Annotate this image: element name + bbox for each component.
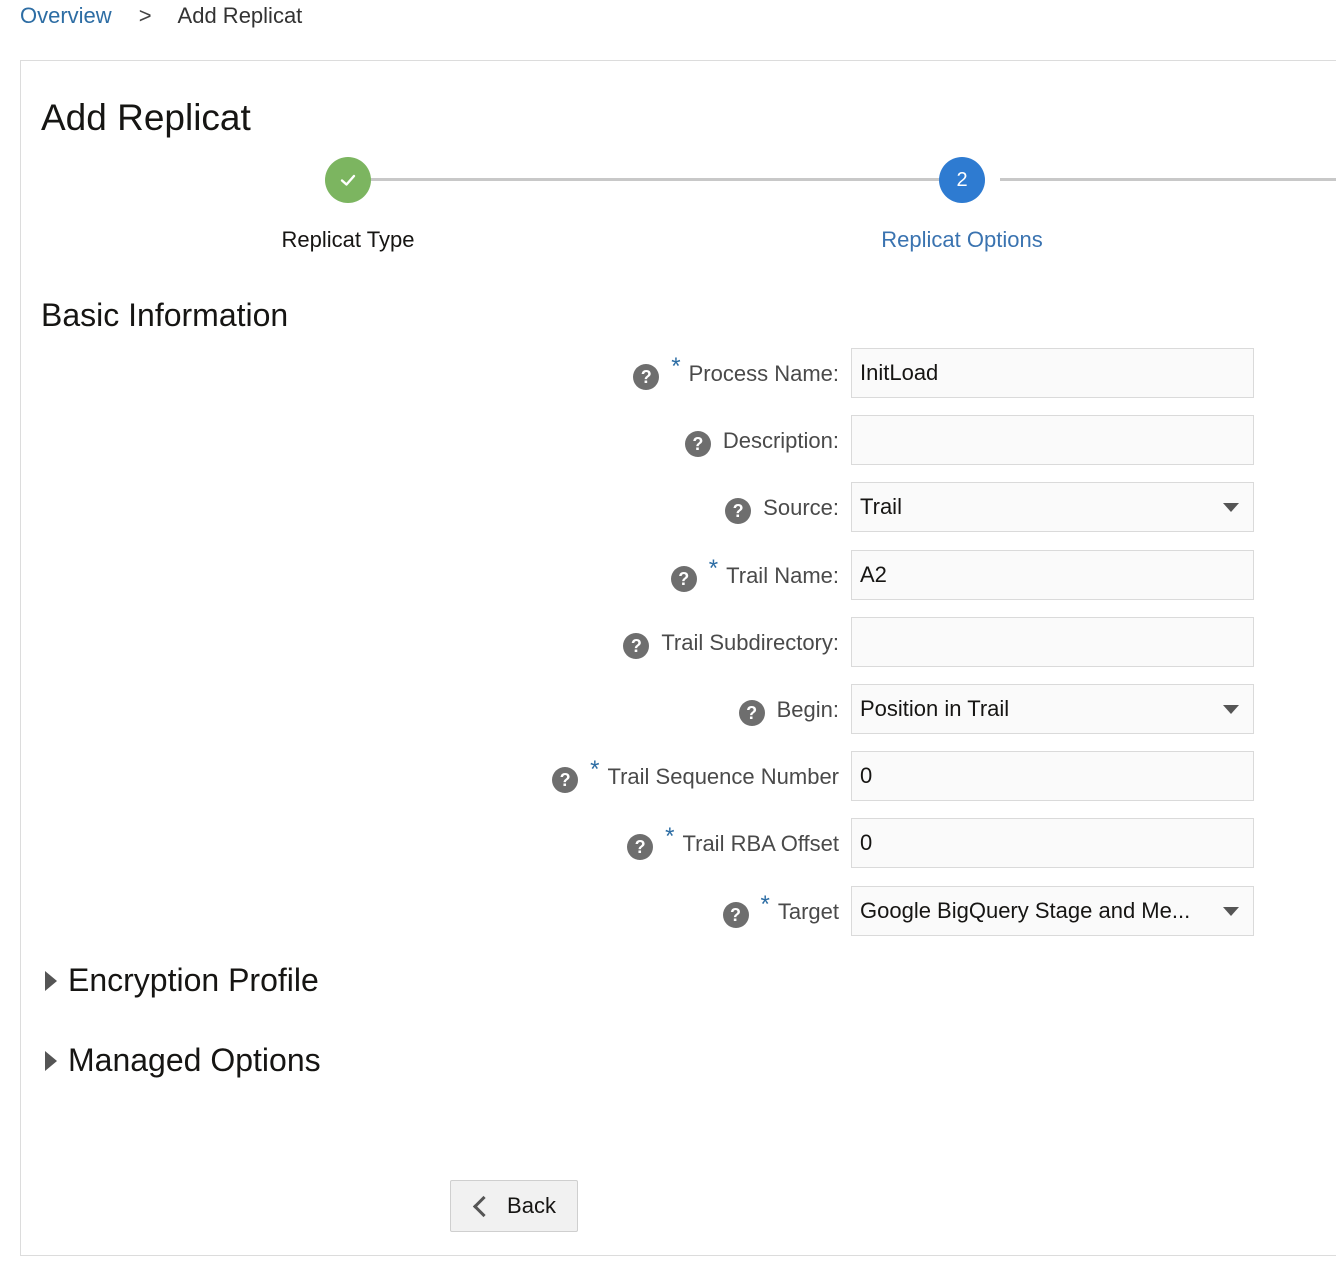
- begin-select[interactable]: Position in Trail: [851, 684, 1254, 734]
- wizard-panel: Add Replicat 2 Replicat Type Replicat Op…: [20, 60, 1336, 1256]
- managed-options-toggle[interactable]: Managed Options: [45, 1042, 321, 1079]
- process-name-input[interactable]: InitLoad: [851, 348, 1254, 398]
- trail-sequence-number-label: Trail Sequence Number: [607, 764, 839, 789]
- expand-triangle-icon: [45, 1050, 57, 1071]
- begin-select-value: Position in Trail: [860, 696, 1010, 721]
- back-button[interactable]: Back: [450, 1180, 578, 1232]
- help-icon[interactable]: ?: [725, 498, 752, 524]
- required-indicator: *: [760, 891, 770, 918]
- form-row-description: ? Description:: [21, 415, 1255, 467]
- train-step-label-replicat-options[interactable]: Replicat Options: [881, 227, 1042, 253]
- help-icon[interactable]: ?: [684, 431, 711, 457]
- description-input[interactable]: [851, 415, 1254, 465]
- form-row-trail-sequence-number: ? * Trail Sequence Number 0: [21, 751, 1255, 803]
- step-number: 2: [956, 168, 968, 191]
- train-step-replicat-options[interactable]: 2: [939, 157, 985, 203]
- help-icon[interactable]: ?: [722, 902, 749, 928]
- required-indicator: *: [671, 353, 681, 380]
- trail-rba-offset-input[interactable]: 0: [851, 818, 1254, 868]
- required-indicator: *: [665, 823, 675, 850]
- form-row-begin: ? Begin: Position in Trail: [21, 684, 1255, 736]
- form-row-source: ? Source: Trail: [21, 482, 1255, 534]
- page-title: Add Replicat: [41, 97, 251, 138]
- form-row-trail-name: ? * Trail Name: A2: [21, 550, 1255, 602]
- section-title-basic-information: Basic Information: [41, 297, 289, 333]
- back-button-label: Back: [507, 1193, 556, 1218]
- trail-name-label: Trail Name:: [726, 563, 839, 588]
- process-name-label: Process Name:: [688, 361, 839, 386]
- breadcrumb-separator: >: [138, 3, 152, 28]
- chevron-down-icon[interactable]: [1223, 705, 1239, 714]
- trail-subdirectory-input[interactable]: [851, 617, 1254, 667]
- help-icon[interactable]: ?: [738, 700, 765, 726]
- expand-triangle-icon: [45, 970, 57, 991]
- breadcrumb-current: Add Replicat: [177, 3, 303, 28]
- help-icon[interactable]: ?: [623, 633, 650, 659]
- breadcrumb: Overview > Add Replicat: [20, 0, 302, 32]
- form-row-process-name: ? * Process Name: InitLoad: [21, 348, 1255, 400]
- chevron-down-icon[interactable]: [1223, 907, 1239, 916]
- source-label: Source:: [763, 495, 839, 520]
- trail-name-input[interactable]: A2: [851, 550, 1254, 600]
- train-step-label-replicat-type[interactable]: Replicat Type: [282, 227, 415, 253]
- help-icon[interactable]: ?: [670, 566, 697, 592]
- check-icon: [340, 174, 356, 186]
- breadcrumb-overview-link[interactable]: Overview: [20, 3, 112, 29]
- chevron-down-icon[interactable]: [1223, 503, 1239, 512]
- target-label: Target: [777, 899, 839, 924]
- help-icon[interactable]: ?: [552, 767, 579, 793]
- description-label: Description:: [722, 428, 839, 453]
- encryption-profile-label: Encryption Profile: [68, 962, 319, 998]
- required-indicator: *: [708, 555, 719, 582]
- target-select-value: Google BigQuery Stage and Me...: [860, 898, 1191, 923]
- chevron-left-icon: [472, 1195, 495, 1217]
- target-select[interactable]: Google BigQuery Stage and Me...: [851, 886, 1254, 936]
- managed-options-label: Managed Options: [68, 1042, 321, 1078]
- form-row-trail-rba-offset: ? * Trail RBA Offset 0: [21, 818, 1255, 870]
- help-icon[interactable]: ?: [633, 364, 660, 390]
- encryption-profile-toggle[interactable]: Encryption Profile: [45, 962, 319, 999]
- trail-sequence-number-input[interactable]: 0: [851, 751, 1254, 801]
- train-step-replicat-type[interactable]: [325, 157, 371, 203]
- begin-label: Begin:: [776, 697, 839, 722]
- form-row-trail-subdirectory: ? Trail Subdirectory:: [21, 617, 1255, 669]
- source-select[interactable]: Trail: [851, 482, 1254, 532]
- train-connector: [1000, 178, 1336, 181]
- trail-rba-offset-label: Trail RBA Offset: [682, 831, 840, 856]
- form-row-target: ? * Target Google BigQuery Stage and Me.…: [21, 886, 1255, 938]
- help-icon[interactable]: ?: [627, 834, 654, 860]
- train-connector: [370, 178, 940, 181]
- source-select-value: Trail: [860, 494, 902, 519]
- required-indicator: *: [590, 756, 600, 783]
- trail-subdirectory-label: Trail Subdirectory:: [661, 630, 839, 655]
